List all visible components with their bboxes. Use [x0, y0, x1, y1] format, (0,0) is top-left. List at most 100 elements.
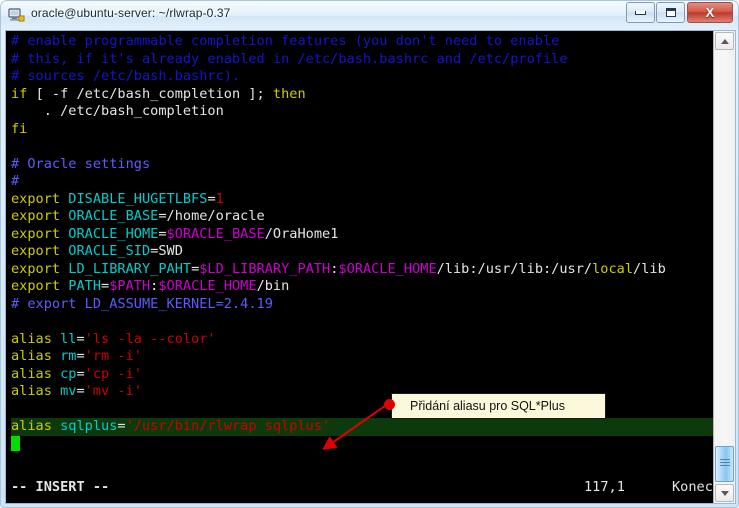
- terminal-span: '/usr/bin/rlwrap sqlplus': [125, 418, 331, 434]
- terminal-span: export: [11, 190, 69, 207]
- terminal-span: /OraHome1: [264, 225, 339, 242]
- terminal-span: $ORACLE_HOME: [338, 260, 437, 277]
- terminal-span: export: [11, 243, 69, 259]
- terminal-span: =: [76, 365, 85, 382]
- terminal-span: then: [272, 85, 306, 102]
- minimize-icon: [627, 3, 654, 22]
- minimize-button[interactable]: [626, 2, 655, 23]
- terminal-span: 1: [215, 190, 224, 207]
- maximize-icon: [657, 3, 684, 22]
- title-bar[interactable]: oracle@ubuntu-server: ~/rlwrap-0.37 X: [1, 1, 738, 29]
- terminal-span: 'rm -i': [84, 348, 142, 364]
- window-title: oracle@ubuntu-server: ~/rlwrap-0.37: [31, 6, 231, 20]
- terminal-line: . /etc/bash_completion: [11, 103, 713, 121]
- maximize-button[interactable]: [656, 2, 685, 23]
- terminal-span: =: [207, 190, 216, 207]
- putty-icon: [8, 6, 26, 24]
- terminal-span: 'cp -i': [84, 365, 142, 382]
- terminal-span: =: [117, 418, 126, 434]
- terminal-span: alias: [11, 348, 61, 364]
- terminal-span: =: [158, 225, 167, 242]
- text-cursor: [11, 435, 20, 451]
- terminal-line: alias ll='ls -la --color': [11, 331, 713, 349]
- terminal-span: $ORACLE_BASE: [166, 225, 265, 242]
- cursor-position: 117,1: [584, 479, 625, 495]
- annotation-callout: Přidání aliasu pro SQL*Plus: [391, 393, 606, 419]
- terminal-span: export: [11, 278, 69, 294]
- terminal-line: #: [11, 173, 713, 191]
- terminal-span: cp: [60, 365, 77, 382]
- terminal-span: $LD_LIBRARY_PATH: [199, 260, 331, 277]
- terminal-span: [ -f /etc/bash_completion ];: [35, 85, 273, 102]
- terminal-span: export: [11, 225, 69, 242]
- terminal-span: alias: [11, 418, 61, 434]
- terminal-line: alias rm='rm -i': [11, 348, 713, 366]
- terminal-line: # Oracle settings: [11, 156, 713, 174]
- terminal-span: =: [76, 348, 85, 364]
- terminal-line: export ORACLE_BASE=/home/oracle: [11, 208, 713, 226]
- terminal-span: PATH: [68, 278, 102, 294]
- terminal-span: export: [11, 208, 69, 224]
- putty-window: oracle@ubuntu-server: ~/rlwrap-0.37 X # …: [0, 0, 739, 508]
- terminal-span: ORACLE_BASE: [68, 208, 159, 224]
- terminal-span: fi: [11, 120, 28, 137]
- terminal-span: # sources /etc/bash.bashrc).: [11, 68, 241, 84]
- terminal-line: # sources /etc/bash.bashrc).: [11, 68, 713, 86]
- terminal-line: # enable programmable completion feature…: [11, 33, 713, 51]
- terminal-span: ll: [60, 330, 77, 347]
- terminal-line: export ORACLE_HOME=$ORACLE_BASE/OraHome1: [11, 226, 713, 244]
- terminal-span: =: [76, 383, 85, 399]
- close-button[interactable]: X: [687, 2, 733, 23]
- terminal-span: /lib: [633, 260, 666, 277]
- terminal-line: # export LD_ASSUME_KERNEL=2.4.19: [11, 296, 713, 314]
- terminal-span: if: [11, 85, 36, 102]
- annotation-anchor-dot: [384, 399, 395, 410]
- terminal-span: alias: [11, 365, 61, 382]
- terminal-span: DISABLE_HUGETLBFS: [68, 190, 208, 207]
- scroll-up-button[interactable]: [715, 32, 734, 50]
- scrollbar-grip-icon: [720, 459, 730, 468]
- terminal-span: ORACLE_SID: [68, 243, 151, 259]
- terminal-span: /lib:/usr/lib:/usr/: [436, 260, 593, 277]
- terminal-span: mv: [60, 383, 77, 399]
- terminal-span: #: [11, 173, 20, 189]
- terminal-span: # export LD_ASSUME_KERNEL=2.4.19: [11, 295, 273, 312]
- terminal-span: =: [76, 330, 85, 347]
- terminal-line: alias cp='cp -i': [11, 366, 713, 384]
- file-end-indicator: Konec: [672, 479, 713, 495]
- terminal-line: export ORACLE_SID=SWD: [11, 243, 713, 261]
- terminal-line: fi: [11, 121, 713, 139]
- terminal-span: $ORACLE_HOME: [158, 278, 257, 294]
- terminal-span: ORACLE_HOME: [68, 225, 159, 242]
- terminal-span: /bin: [256, 278, 290, 294]
- annotation-text: Přidání aliasu pro SQL*Plus: [410, 399, 565, 413]
- terminal-span: =: [101, 278, 110, 294]
- terminal-text-buffer: # enable programmable completion feature…: [11, 33, 713, 453]
- terminal-span: # Oracle settings: [11, 155, 151, 172]
- terminal-span: sqlplus: [60, 418, 118, 434]
- terminal-span: rm: [60, 348, 77, 364]
- scroll-down-button[interactable]: [715, 484, 734, 502]
- terminal-span: 'mv -i': [84, 383, 142, 399]
- terminal-span: export: [11, 260, 69, 277]
- terminal-span: 'ls -la --color': [84, 330, 216, 347]
- terminal-line: export LD_LIBRARY_PAHT=$LD_LIBRARY_PATH:…: [11, 261, 713, 279]
- terminal-span: alias: [11, 383, 61, 399]
- terminal-line: export PATH=$PATH:$ORACLE_HOME/bin: [11, 278, 713, 296]
- terminal-span: alias: [11, 330, 61, 347]
- terminal-span: LD_LIBRARY_PAHT: [68, 260, 192, 277]
- terminal-span: # enable programmable completion feature…: [11, 33, 560, 49]
- terminal-span: =SWD: [150, 243, 183, 259]
- scrollbar-thumb[interactable]: [715, 446, 734, 482]
- terminal-span: # this, if it's already enabled in /etc/…: [11, 50, 568, 67]
- scroll-down-arrow-icon: [720, 490, 729, 496]
- vim-mode-indicator: -- INSERT --: [11, 479, 110, 495]
- terminal-line: export DISABLE_HUGETLBFS=1: [11, 191, 713, 209]
- terminal-span: $PATH: [109, 278, 151, 294]
- vertical-scrollbar[interactable]: [713, 31, 735, 503]
- terminal-span: . /etc/bash_completion: [11, 103, 224, 119]
- terminal-line: # this, if it's already enabled in /etc/…: [11, 51, 713, 69]
- scroll-up-arrow-icon: [720, 38, 729, 44]
